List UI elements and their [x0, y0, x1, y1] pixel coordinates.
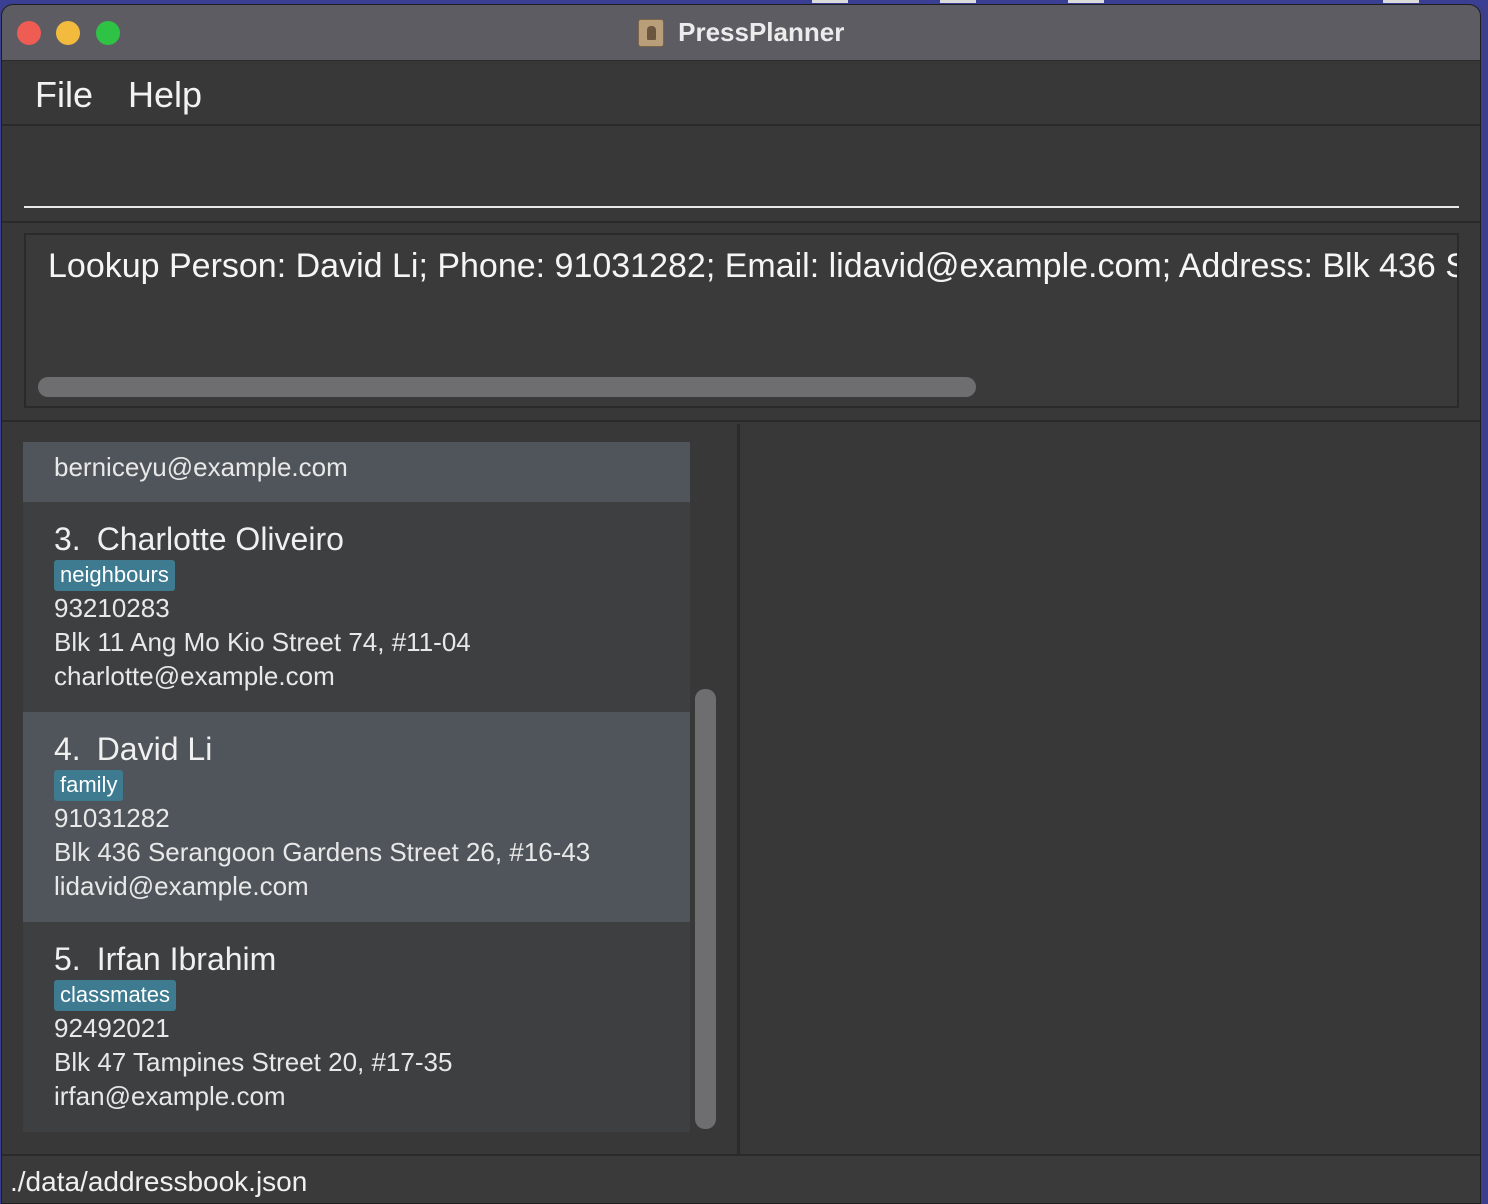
command-box: [2, 128, 1480, 223]
person-list[interactable]: berniceyu@example.com 3. Charlotte Olivei…: [23, 442, 690, 1134]
detail-panel: [743, 424, 1480, 1154]
menu-help[interactable]: Help: [128, 74, 202, 116]
person-name: David Li: [96, 731, 213, 767]
person-name-line: 5. Irfan Ibrahim: [54, 940, 690, 978]
person-email: berniceyu@example.com: [54, 452, 348, 482]
person-card-selected[interactable]: 4. David Li family 91031282 Blk 436 Seran…: [23, 712, 690, 922]
status-bar: ./data/addressbook.json: [2, 1154, 1480, 1203]
person-address: Blk 47 Tampines Street 20, #17-35: [54, 1047, 453, 1077]
person-tag: classmates: [54, 980, 177, 1011]
title-bar[interactable]: PressPlanner: [2, 5, 1480, 61]
person-index: 4.: [54, 731, 81, 767]
result-horizontal-scrollbar[interactable]: [38, 377, 976, 397]
person-card[interactable]: 5. Irfan Ibrahim classmates 92492021 Blk …: [23, 922, 690, 1132]
menu-bar: File Help: [2, 62, 1480, 126]
person-name: Irfan Ibrahim: [96, 941, 277, 977]
desktop-item: [1383, 0, 1419, 3]
person-name: Charlotte Oliveiro: [96, 521, 344, 557]
person-address: Blk 436 Serangoon Gardens Street 26, #16…: [54, 837, 591, 867]
person-list-panel: berniceyu@example.com 3. Charlotte Olivei…: [2, 424, 740, 1154]
menu-file[interactable]: File: [35, 74, 93, 116]
person-card[interactable]: 3. Charlotte Oliveiro neighbours 93210283…: [23, 502, 690, 712]
command-input[interactable]: [24, 138, 1459, 208]
person-list-scrollbar[interactable]: [695, 689, 716, 1129]
window-title: PressPlanner: [678, 17, 845, 47]
person-name-line: 4. David Li: [54, 730, 690, 768]
person-email: irfan@example.com: [54, 1081, 286, 1111]
window-title-group: PressPlanner: [2, 17, 1480, 48]
person-tag: neighbours: [54, 560, 175, 591]
person-phone: 91031282: [54, 803, 170, 833]
person-phone: 92492021: [54, 1013, 170, 1043]
person-card[interactable]: berniceyu@example.com: [23, 442, 690, 502]
person-index: 5.: [54, 941, 81, 977]
app-window: PressPlanner File Help Lookup Person: Da…: [1, 4, 1481, 1204]
desktop-item: [1068, 0, 1104, 3]
result-text: Lookup Person: David Li; Phone: 91031282…: [48, 247, 1457, 285]
person-name-line: 3. Charlotte Oliveiro: [54, 520, 690, 558]
result-display[interactable]: Lookup Person: David Li; Phone: 91031282…: [24, 233, 1459, 408]
status-file-path: ./data/addressbook.json: [10, 1166, 308, 1197]
person-address: Blk 11 Ang Mo Kio Street 74, #11-04: [54, 627, 471, 657]
address-book-icon: [637, 18, 664, 47]
person-index: 3.: [54, 521, 81, 557]
person-tag: family: [54, 770, 124, 801]
person-email: charlotte@example.com: [54, 661, 335, 691]
person-email: lidavid@example.com: [54, 871, 309, 901]
person-phone: 93210283: [54, 593, 170, 623]
result-display-area: Lookup Person: David Li; Phone: 91031282…: [2, 225, 1480, 422]
desktop-item: [940, 0, 976, 3]
desktop-item: [812, 0, 848, 3]
